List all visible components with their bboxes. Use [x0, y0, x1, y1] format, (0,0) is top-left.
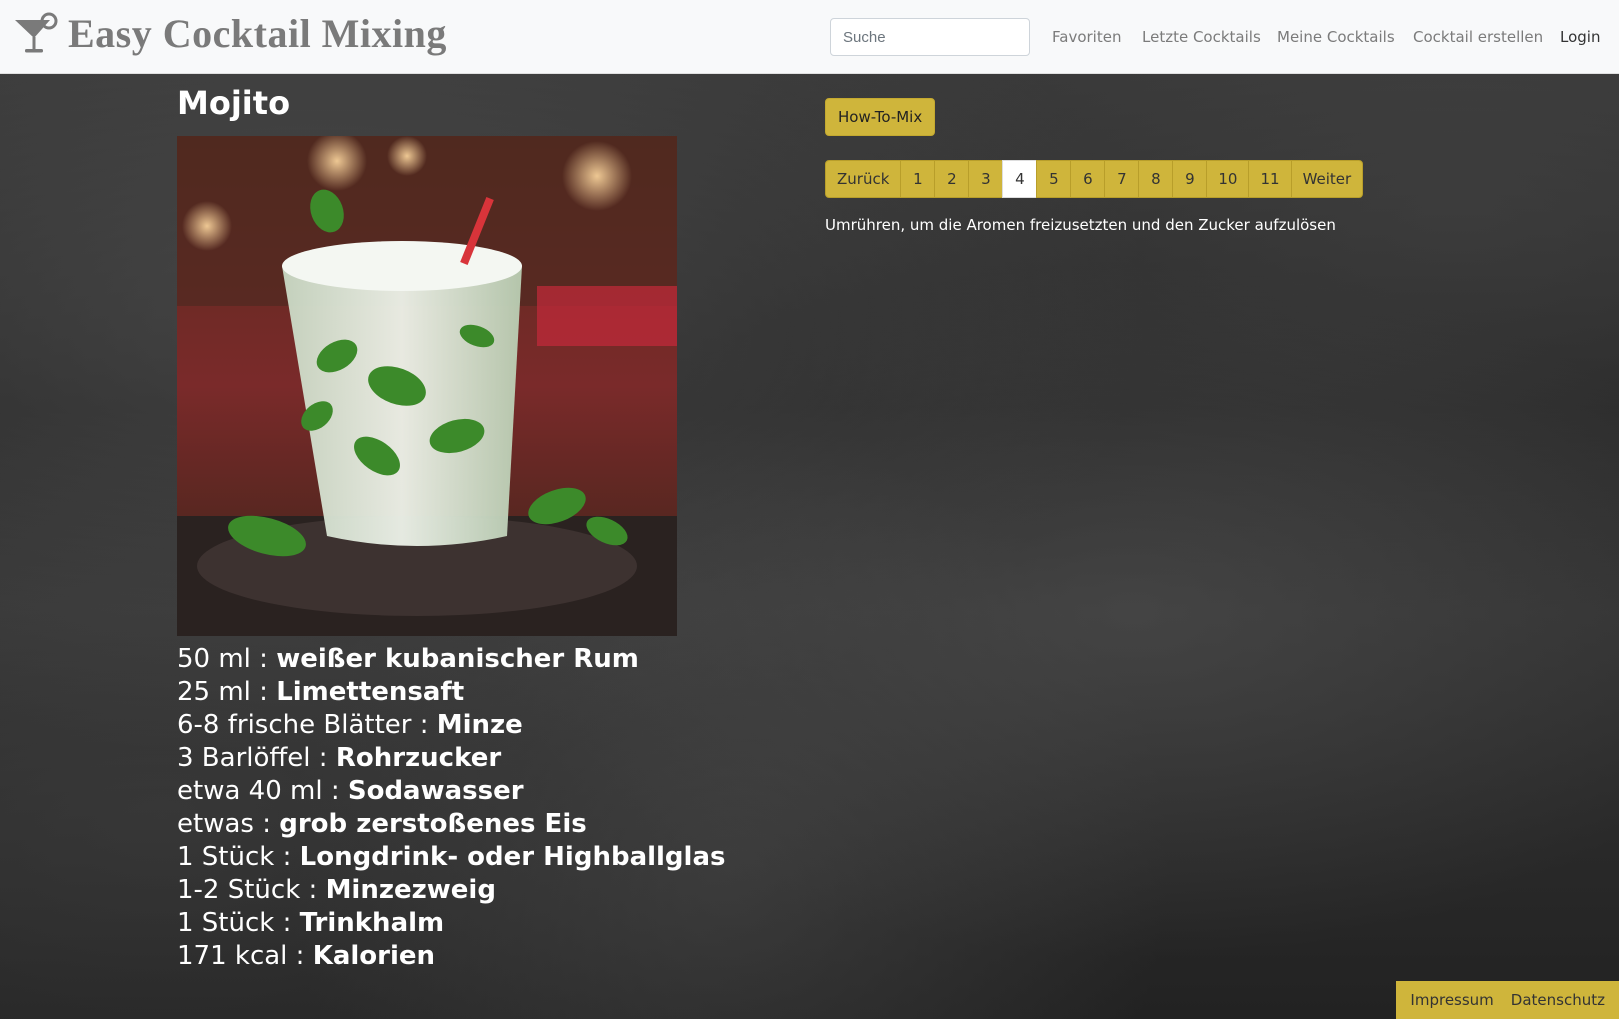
ingredient-item: 25 ml : Limettensaft [177, 676, 725, 709]
ingredient-separator: : [253, 809, 280, 839]
search-input[interactable] [830, 18, 1030, 56]
ingredient-amount: 50 ml [177, 644, 251, 674]
how-to-mix-button[interactable]: How-To-Mix [825, 98, 936, 136]
ingredient-amount: 6-8 frische Blätter [177, 710, 412, 740]
ingredient-amount: etwa 40 ml [177, 776, 323, 806]
pagination-page-6[interactable]: 6 [1070, 160, 1106, 198]
ingredient-amount: 1 Stück [177, 908, 275, 938]
ingredient-name: Longdrink- oder Highballglas [299, 842, 726, 872]
ingredient-separator: : [411, 710, 437, 740]
step-instruction: Umrühren, um die Aromen freizusetzten un… [825, 216, 1336, 234]
ingredient-item: 6-8 frische Blätter : Minze [177, 709, 725, 742]
ingredient-separator: : [322, 776, 348, 806]
brand[interactable]: Easy Cocktail Mixing [12, 10, 447, 57]
ingredient-separator: : [250, 644, 277, 674]
ingredient-amount: 25 ml [177, 677, 251, 707]
nav-link-cocktail-erstellen[interactable]: Cocktail erstellen [1413, 28, 1543, 46]
ingredient-name: Kalorien [312, 941, 436, 971]
footer: Impressum Datenschutz [1396, 981, 1619, 1019]
footer-link-impressum[interactable]: Impressum [1410, 991, 1493, 1009]
ingredient-amount: 171 kcal [177, 941, 288, 971]
pagination-page-7[interactable]: 7 [1104, 160, 1140, 198]
nav-link-letzte-cocktails[interactable]: Letzte Cocktails [1142, 28, 1261, 46]
ingredient-separator: : [274, 908, 300, 938]
ingredient-separator: : [274, 842, 300, 872]
nav-link-meine-cocktails[interactable]: Meine Cocktails [1277, 28, 1395, 46]
ingredient-separator: : [287, 941, 313, 971]
ingredient-separator: : [300, 875, 326, 905]
ingredient-separator: : [250, 677, 277, 707]
ingredient-separator: : [310, 743, 336, 773]
cocktail-image [177, 136, 677, 636]
ingredient-item: 3 Barlöffel : Rohrzucker [177, 742, 725, 775]
footer-link-datenschutz[interactable]: Datenschutz [1511, 991, 1605, 1009]
pagination-page-4[interactable]: 4 [1002, 160, 1038, 198]
ingredient-amount: 1-2 Stück [177, 875, 301, 905]
ingredient-list: 50 ml : weißer kubanischer Rum 25 ml : Li… [177, 643, 725, 973]
ingredient-item: etwa 40 ml : Sodawasser [177, 775, 725, 808]
ingredient-amount: 3 Barlöffel [177, 743, 311, 773]
pagination-page-2[interactable]: 2 [934, 160, 970, 198]
pagination-page-11[interactable]: 11 [1248, 160, 1292, 198]
ingredient-name: Limettensaft [276, 677, 465, 707]
ingredient-item: etwas : grob zerstoßenes Eis [177, 808, 725, 841]
ingredient-name: Rohrzucker [335, 743, 502, 773]
nav-link-login[interactable]: Login [1560, 28, 1600, 46]
ingredient-item: 50 ml : weißer kubanischer Rum [177, 643, 725, 676]
pagination-page-5[interactable]: 5 [1036, 160, 1072, 198]
ingredient-name: Minzezweig [325, 875, 496, 905]
pagination-page-1[interactable]: 1 [900, 160, 936, 198]
cocktail-glass-icon [15, 12, 58, 52]
pagination-page-3[interactable]: 3 [968, 160, 1004, 198]
pagination-page-10[interactable]: 10 [1206, 160, 1250, 198]
ingredient-item: 1-2 Stück : Minzezweig [177, 874, 725, 907]
ingredient-item: 1 Stück : Longdrink- oder Highballglas [177, 841, 725, 874]
ingredient-name: weißer kubanischer Rum [276, 644, 639, 674]
ingredient-name: Trinkhalm [299, 908, 445, 938]
pagination-next-button[interactable]: Weiter [1290, 160, 1364, 198]
nav-link-favoriten[interactable]: Favoriten [1052, 28, 1121, 46]
pagination-page-9[interactable]: 9 [1172, 160, 1208, 198]
ingredient-name: grob zerstoßenes Eis [279, 809, 587, 839]
step-pagination: Zurück 1 2 3 4 5 6 7 8 9 10 11 Weiter [825, 160, 1364, 198]
ingredient-item: 171 kcal : Kalorien [177, 940, 725, 973]
ingredient-amount: etwas [177, 809, 254, 839]
pagination-page-8[interactable]: 8 [1138, 160, 1174, 198]
navbar: Easy Cocktail Mixing Favoriten Letzte Co… [0, 0, 1619, 74]
cocktail-title: Mojito [177, 84, 291, 122]
ingredient-item: 1 Stück : Trinkhalm [177, 907, 725, 940]
brand-title[interactable]: Easy Cocktail Mixing [68, 10, 447, 57]
ingredient-name: Minze [436, 710, 523, 740]
pagination-prev-button[interactable]: Zurück [825, 160, 902, 198]
ingredient-name: Sodawasser [347, 776, 524, 806]
ingredient-amount: 1 Stück [177, 842, 275, 872]
